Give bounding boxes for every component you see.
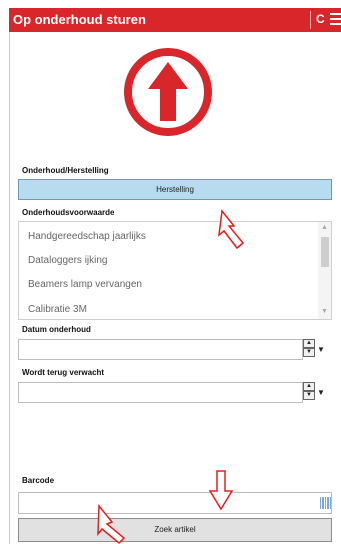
terug-label: Wordt terug verwacht [22,368,105,377]
voorwaarde-list[interactable]: Handgereedschap jaarlijks Dataloggers ij… [18,221,332,320]
spin-up-icon[interactable]: ▲ [303,382,315,391]
scroll-down-icon[interactable]: ▼ [321,308,328,315]
refresh-button[interactable]: C [316,12,325,26]
spin-down-icon[interactable]: ▼ [303,348,315,357]
spin-down-icon[interactable]: ▼ [303,391,315,400]
zoek-artikel-button[interactable]: Zoek artikel [18,518,332,542]
hamburger-icon[interactable] [330,13,341,27]
terug-spinner[interactable]: ▲ ▼ [303,382,315,403]
panel-border [9,32,10,544]
spin-up-icon[interactable]: ▲ [303,339,315,348]
terug-field[interactable] [18,382,303,403]
list-item[interactable]: Beamers lamp vervangen [28,279,142,290]
barcode-label: Barcode [22,476,55,485]
scroll-up-icon[interactable]: ▲ [321,224,328,231]
page-title: Op onderhoud sturen [13,12,146,27]
datum-dropdown-icon[interactable]: ▼ [317,345,325,354]
title-bar: Op onderhoud sturen C [9,8,341,32]
datum-label: Datum onderhoud [22,325,91,334]
list-item[interactable]: Handgereedschap jaarlijks [28,231,146,242]
onderhoud-label: Onderhoud/Herstelling [22,166,109,175]
datum-field[interactable] [18,339,303,360]
scroll-thumb[interactable] [321,237,329,267]
datum-spinner[interactable]: ▲ ▼ [303,339,315,360]
barcode-input[interactable] [18,492,332,514]
upload-arrow-icon [124,48,212,136]
list-scrollbar[interactable]: ▲ ▼ [318,222,331,319]
title-separator [310,11,311,29]
voorwaarde-label: Onderhoudsvoorwaarde [22,208,115,217]
terug-dropdown-icon[interactable]: ▼ [317,388,325,397]
barcode-icon[interactable] [320,497,332,509]
list-item[interactable]: Calibratie 3M [28,304,87,315]
list-item[interactable]: Dataloggers ijking [28,255,108,266]
herstelling-button[interactable]: Herstelling [18,179,332,200]
